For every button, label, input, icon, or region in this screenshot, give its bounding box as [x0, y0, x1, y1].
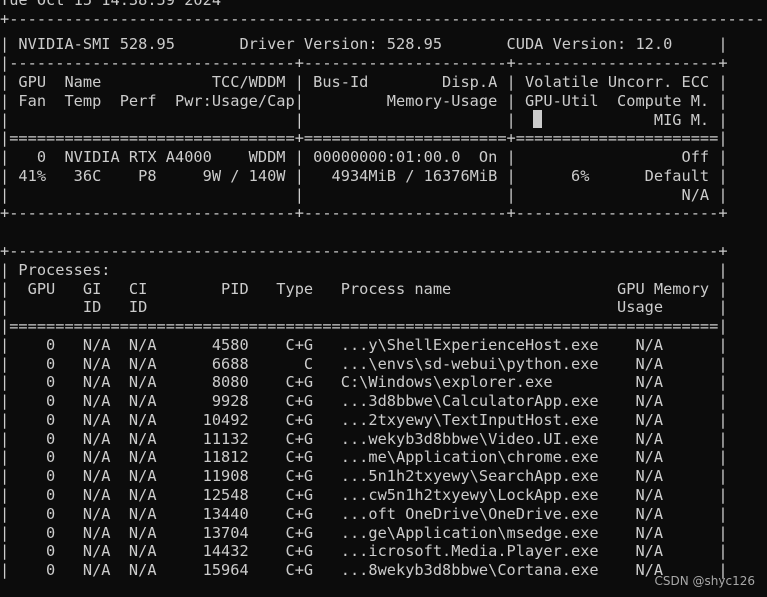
- terminal-line: | | | MIG M. |: [0, 111, 728, 129]
- terminal-line: +-------------------------------+-------…: [0, 204, 728, 222]
- watermark: CSDN @shyc126: [654, 574, 756, 589]
- terminal-line: | 0 N/A N/A 6688 C ...\envs\sd-webui\pyt…: [0, 355, 728, 373]
- terminal-line: | 0 N/A N/A 10492 C+G ...2txyewy\TextInp…: [0, 411, 728, 429]
- terminal-line: | 0 N/A N/A 13704 C+G ...ge\Application\…: [0, 524, 728, 542]
- terminal-line: | 0 N/A N/A 15964 C+G ...8wekyb3d8bbwe\C…: [0, 561, 728, 579]
- terminal-line: | 0 N/A N/A 12548 C+G ...cw5n1h2txyewy\L…: [0, 486, 728, 504]
- text-cursor: [533, 110, 542, 128]
- terminal-line: | GPU Name TCC/WDDM | Bus-Id Disp.A | Vo…: [0, 73, 728, 91]
- terminal-line: +---------------------------------------…: [0, 242, 728, 260]
- terminal-line: | 0 N/A N/A 11132 C+G ...wekyb3d8bbwe\Vi…: [0, 430, 728, 448]
- terminal-line: | | | N/A |: [0, 186, 728, 204]
- terminal-line: Tue Oct 15 14:38:59 2024: [0, 0, 222, 9]
- terminal-line: | 0 NVIDIA RTX A4000 WDDM | 00000000:01:…: [0, 148, 728, 166]
- terminal-line: | ID ID Usage |: [0, 298, 728, 316]
- terminal-line: | 0 N/A N/A 11908 C+G ...5n1h2txyewy\Sea…: [0, 467, 728, 485]
- terminal-line: | NVIDIA-SMI 528.95 Driver Version: 528.…: [0, 35, 728, 53]
- terminal-line: | 0 N/A N/A 14432 C+G ...icrosoft.Media.…: [0, 542, 728, 560]
- terminal-line: | 0 N/A N/A 8080 C+G C:\Windows\explorer…: [0, 373, 728, 391]
- terminal-line: | 0 N/A N/A 4580 C+G ...y\ShellExperienc…: [0, 336, 728, 354]
- terminal-line: |=======================================…: [0, 317, 728, 335]
- terminal-window[interactable]: Tue Oct 15 14:38:59 2024 +--------------…: [0, 0, 767, 597]
- terminal-line: |-------------------------------+-------…: [0, 54, 728, 72]
- terminal-line: | 0 N/A N/A 9928 C+G ...3d8bbwe\Calculat…: [0, 392, 728, 410]
- terminal-line: |===============================+=======…: [0, 129, 728, 147]
- terminal-line: | 0 N/A N/A 11812 C+G ...me\Application\…: [0, 448, 728, 466]
- terminal-line: | Fan Temp Perf Pwr:Usage/Cap| Memory-Us…: [0, 92, 728, 110]
- terminal-line: | Processes: |: [0, 261, 728, 279]
- terminal-line: | 0 N/A N/A 13440 C+G ...oft OneDrive\On…: [0, 505, 728, 523]
- terminal-line: | 41% 36C P8 9W / 140W | 4934MiB / 16376…: [0, 167, 728, 185]
- terminal-line: +---------------------------------------…: [0, 10, 767, 28]
- terminal-line: | GPU GI CI PID Type Process name GPU Me…: [0, 280, 728, 298]
